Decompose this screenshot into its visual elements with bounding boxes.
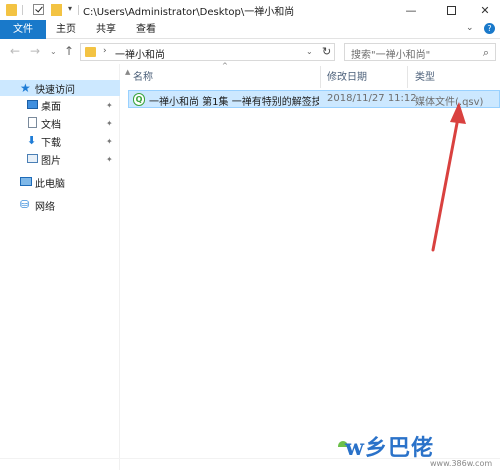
column-header-type[interactable]: 类型 bbox=[415, 68, 435, 86]
sidebar-item-label: 快速访问 bbox=[35, 84, 75, 96]
column-header-name[interactable]: 名称 bbox=[133, 68, 153, 86]
column-header-date[interactable]: 修改日期 bbox=[327, 68, 367, 86]
up-button[interactable]: ↑ bbox=[64, 44, 74, 58]
search-input[interactable]: 搜索"一禅小和尚" ⌕ bbox=[344, 43, 496, 61]
qsv-file-icon: Q bbox=[133, 93, 145, 106]
close-button[interactable]: ✕ bbox=[470, 0, 500, 20]
pin-icon[interactable]: ✦ bbox=[106, 137, 113, 146]
sidebar-item-network[interactable]: ⛁ 网络 bbox=[0, 197, 120, 213]
network-icon: ⛁ bbox=[20, 198, 30, 211]
scroll-up-icon[interactable]: ▲ bbox=[125, 68, 130, 76]
file-type: 媒体文件(.qsv) bbox=[415, 97, 484, 108]
expand-ribbon-icon[interactable]: ⌄ bbox=[466, 23, 474, 33]
new-folder-icon[interactable] bbox=[51, 4, 62, 16]
download-icon: ⬇ bbox=[27, 134, 37, 147]
address-bar[interactable]: › 一禅小和尚 ⌄ ↻ bbox=[80, 43, 335, 61]
file-date: 2018/11/27 11:12 bbox=[327, 93, 417, 104]
column-divider[interactable] bbox=[320, 66, 321, 88]
folder-icon bbox=[85, 47, 96, 57]
sidebar-item-label: 此电脑 bbox=[35, 178, 65, 190]
file-name: 一禅小和尚 第1集 一禅有特别的解签技... bbox=[149, 97, 319, 108]
tab-file[interactable]: 文件 bbox=[0, 20, 46, 39]
column-divider[interactable] bbox=[407, 66, 408, 88]
sidebar-item-label: 桌面 bbox=[41, 101, 61, 113]
help-icon[interactable]: ? bbox=[484, 23, 495, 34]
sidebar-item-quick-access[interactable]: ★ 快速访问 bbox=[0, 80, 120, 96]
divider bbox=[22, 5, 23, 15]
forward-button[interactable]: → bbox=[30, 44, 40, 58]
sidebar-item-label: 下载 bbox=[41, 137, 61, 149]
tab-view[interactable]: 查看 bbox=[128, 20, 164, 39]
file-row[interactable]: Q 一禅小和尚 第1集 一禅有特别的解签技... 2018/11/27 11:1… bbox=[128, 90, 500, 108]
properties-checkbox-icon[interactable] bbox=[33, 4, 44, 15]
sort-indicator-icon: ^ bbox=[222, 62, 228, 70]
pin-icon[interactable]: ✦ bbox=[106, 101, 113, 110]
refresh-button[interactable]: ↻ bbox=[322, 45, 331, 58]
search-placeholder: 搜索"一禅小和尚" bbox=[351, 50, 431, 61]
arrow-shaft bbox=[431, 116, 460, 252]
maximize-button[interactable] bbox=[436, 0, 466, 20]
sidebar-item-this-pc[interactable]: 此电脑 bbox=[0, 174, 120, 190]
computer-icon bbox=[20, 177, 32, 186]
search-icon: ⌕ bbox=[482, 46, 489, 59]
maximize-icon bbox=[446, 5, 456, 15]
sidebar-item-label: 文档 bbox=[41, 119, 61, 131]
minimize-button[interactable]: — bbox=[396, 0, 426, 20]
watermark-logo: w乡巴佬 bbox=[345, 435, 434, 461]
breadcrumb-chevron-icon[interactable]: › bbox=[103, 46, 107, 56]
sidebar-item-documents[interactable]: 文档 ✦ bbox=[0, 115, 120, 131]
watermark-url: www.386w.com bbox=[430, 459, 493, 468]
divider bbox=[78, 5, 79, 15]
folder-icon bbox=[6, 4, 17, 16]
sidebar-item-pictures[interactable]: 图片 ✦ bbox=[0, 151, 120, 167]
back-button[interactable]: ← bbox=[10, 44, 20, 58]
tab-home[interactable]: 主页 bbox=[48, 20, 84, 39]
quick-access-toolbar-dropdown-icon[interactable]: ▾ bbox=[68, 4, 72, 13]
document-icon bbox=[28, 117, 37, 128]
sidebar-item-downloads[interactable]: ⬇ 下载 ✦ bbox=[0, 133, 120, 149]
pin-icon[interactable]: ✦ bbox=[106, 155, 113, 164]
recent-locations-dropdown[interactable]: ⌄ bbox=[50, 47, 57, 56]
address-dropdown-icon[interactable]: ⌄ bbox=[306, 47, 313, 56]
star-icon: ★ bbox=[20, 81, 31, 95]
window-title: C:\Users\Administrator\Desktop\一禅小和尚 bbox=[83, 7, 295, 18]
navigation-bar: ← → ⌄ ↑ › 一禅小和尚 ⌄ ↻ 搜索"一禅小和尚" ⌕ bbox=[0, 40, 500, 64]
sidebar-item-desktop[interactable]: 桌面 ✦ bbox=[0, 97, 120, 113]
desktop-icon bbox=[27, 100, 38, 109]
ribbon-tabs: 文件 主页 共享 查看 ⌄ ? bbox=[0, 20, 500, 39]
breadcrumb-current[interactable]: 一禅小和尚 bbox=[115, 46, 165, 61]
sidebar-item-label: 网络 bbox=[35, 201, 55, 213]
picture-icon bbox=[27, 154, 38, 163]
pin-icon[interactable]: ✦ bbox=[106, 119, 113, 128]
title-bar: ▾ C:\Users\Administrator\Desktop\一禅小和尚 —… bbox=[0, 0, 500, 20]
sidebar-item-label: 图片 bbox=[41, 155, 61, 167]
tab-share[interactable]: 共享 bbox=[88, 20, 124, 39]
